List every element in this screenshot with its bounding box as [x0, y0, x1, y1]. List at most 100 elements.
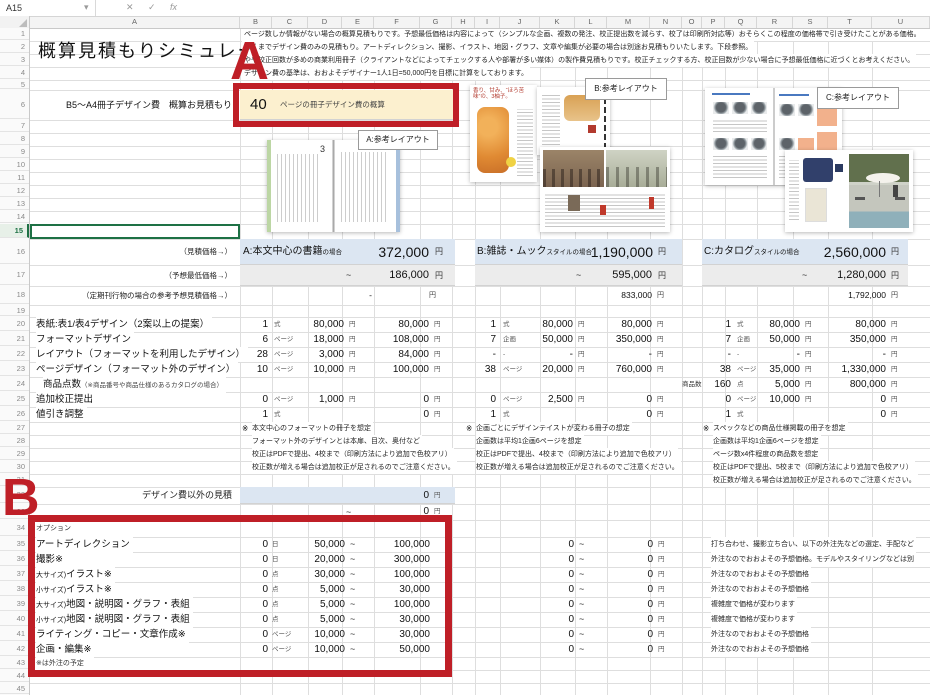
- cell-qty[interactable]: 10: [238, 362, 268, 377]
- cell-price[interactable]: 10,000: [288, 362, 344, 377]
- cell-total[interactable]: 84,000: [360, 347, 429, 362]
- minimum-b-value[interactable]: 595,000: [578, 265, 652, 286]
- periodical-a-value[interactable]: -: [364, 286, 372, 305]
- cell-price[interactable]: 2,500: [517, 392, 573, 407]
- image-a-book-spread[interactable]: 3: [267, 140, 400, 232]
- row-header-10[interactable]: 10: [0, 159, 29, 171]
- row-header-8[interactable]: 8: [0, 133, 29, 145]
- cell-qty[interactable]: -: [694, 347, 731, 362]
- note-line[interactable]: 本文中心のフォーマットの冊子を想定: [252, 422, 373, 435]
- cell-qty[interactable]: 38: [694, 362, 731, 377]
- row-header-21[interactable]: 21: [0, 332, 29, 346]
- cell-total[interactable]: -: [587, 347, 652, 362]
- column-header-K[interactable]: K: [540, 16, 575, 28]
- row-header-1[interactable]: 1: [0, 28, 29, 40]
- cell-price[interactable]: 5,000: [747, 377, 800, 392]
- item-label[interactable]: レイアウト（フォーマットを利用したデザイン）: [36, 347, 248, 362]
- row-header-35[interactable]: 35: [0, 537, 29, 551]
- note-line[interactable]: 校正数が増える場合は追加校正が足されるのでご注意ください。: [713, 474, 918, 487]
- cell-qty[interactable]: 0: [545, 567, 574, 582]
- row-header-13[interactable]: 13: [0, 198, 29, 210]
- cell-total[interactable]: 0: [587, 392, 652, 407]
- row-header-45[interactable]: 45: [0, 683, 29, 694]
- cell-qty[interactable]: 7: [694, 332, 731, 347]
- row-header-14[interactable]: 14: [0, 211, 29, 223]
- option-note[interactable]: 外注なのでおおよその予想価格。モデルやスタイリングなどは別: [711, 552, 916, 567]
- column-header-D[interactable]: D: [308, 16, 342, 28]
- row-header-24[interactable]: 24: [0, 377, 29, 391]
- row-header-37[interactable]: 37: [0, 567, 29, 581]
- intro-line[interactable]: あくまでデザイン費のみの見積もり。アートディレクション、撮影、イラスト、地図・グ…: [242, 41, 754, 54]
- note-line[interactable]: 校正はPDFで提出、5校まで（印刷方法により追加で色校アリ）: [713, 461, 915, 474]
- row-header-27[interactable]: 27: [0, 422, 29, 434]
- cell-qty[interactable]: 0: [545, 582, 574, 597]
- row-header-29[interactable]: 29: [0, 448, 29, 460]
- note-line[interactable]: 校正数が増える場合は追加校正が足されるのでご注意ください。: [252, 461, 457, 474]
- row-header-5[interactable]: 5: [0, 80, 29, 89]
- row-header-7[interactable]: 7: [0, 120, 29, 132]
- row-header-20[interactable]: 20: [0, 317, 29, 331]
- cell-price[interactable]: 80,000: [288, 317, 344, 332]
- row-header-15[interactable]: 15: [0, 224, 29, 238]
- estimate-b-value[interactable]: 1,190,000: [552, 239, 653, 265]
- cell-price[interactable]: 18,000: [288, 332, 344, 347]
- intro-line[interactable]: ページ数しか情報がない場合の概算見積もりです。予想最低価格は内容によって（シンプ…: [242, 28, 923, 41]
- cell-total[interactable]: 0: [817, 407, 886, 422]
- periodical-price-label[interactable]: （定期刊行物の場合の参考予想見積価格→）: [82, 286, 232, 305]
- note-line[interactable]: スペックなどの商品仕様掲載の冊子を想定: [713, 422, 848, 435]
- cell-qty[interactable]: 6: [238, 332, 268, 347]
- minimum-c-value[interactable]: 1,280,000: [804, 265, 886, 286]
- column-header-L[interactable]: L: [575, 16, 607, 28]
- column-header-H[interactable]: H: [452, 16, 475, 28]
- cell-total[interactable]: 80,000: [817, 317, 886, 332]
- row-header-44[interactable]: 44: [0, 670, 29, 682]
- cell-qty[interactable]: 1: [238, 317, 268, 332]
- column-header-G[interactable]: G: [420, 16, 452, 28]
- note-line[interactable]: ページ数x4件程度の商品数を想定: [713, 448, 820, 461]
- cell-total[interactable]: 0: [604, 552, 653, 567]
- note-line[interactable]: 校正はPDFで提出、4校まで（印刷方法により追加で色校アリ）: [476, 448, 678, 461]
- section-a-name[interactable]: A:本文中心の書籍の場合: [243, 239, 342, 266]
- row-header-40[interactable]: 40: [0, 612, 29, 626]
- cell-qty[interactable]: 38: [462, 362, 496, 377]
- cell-qty[interactable]: 0: [545, 612, 574, 627]
- select-all-corner[interactable]: [0, 16, 30, 28]
- cell-price[interactable]: -: [517, 347, 573, 362]
- cell-price[interactable]: -: [747, 347, 800, 362]
- cell-qty[interactable]: 1: [694, 407, 731, 422]
- cell-qty[interactable]: 0: [694, 392, 731, 407]
- cell-price[interactable]: 80,000: [747, 317, 800, 332]
- column-header-E[interactable]: E: [342, 16, 374, 28]
- cell-total[interactable]: 0: [360, 392, 429, 407]
- cell-qty[interactable]: 0: [545, 537, 574, 552]
- cell-price[interactable]: 20,000: [517, 362, 573, 377]
- cell-total[interactable]: 0: [604, 567, 653, 582]
- cell-total[interactable]: 350,000: [587, 332, 652, 347]
- column-header-Q[interactable]: Q: [725, 16, 757, 28]
- note-line[interactable]: 企画ごとにデザインテイストが変わる冊子の想定: [476, 422, 632, 435]
- row-header-4[interactable]: 4: [0, 67, 29, 79]
- column-header-O[interactable]: O: [682, 16, 702, 28]
- column-header-U[interactable]: U: [872, 16, 930, 28]
- row-header-36[interactable]: 36: [0, 552, 29, 566]
- cell-total[interactable]: -: [817, 347, 886, 362]
- cell-qty[interactable]: 0: [238, 392, 268, 407]
- cell-qty[interactable]: 1: [462, 407, 496, 422]
- cell-qty[interactable]: 1: [694, 317, 731, 332]
- row-header-22[interactable]: 22: [0, 347, 29, 361]
- item-label[interactable]: 追加校正提出: [36, 392, 96, 407]
- cell-total[interactable]: 0: [587, 407, 652, 422]
- intro-line[interactable]: やや校正回数が多めの商業利用冊子（クライアントなどによってチェックする人や部署が…: [242, 54, 916, 67]
- cell-qty[interactable]: 7: [462, 332, 496, 347]
- estimate-price-label[interactable]: （見積価格→）: [180, 239, 233, 265]
- intro-line[interactable]: デザイン費の基準は、おおよそデザイナー1人1日=50,000円を目標に計算をして…: [242, 67, 530, 80]
- cell-total[interactable]: 0: [817, 392, 886, 407]
- cell-price[interactable]: 35,000: [747, 362, 800, 377]
- other-estimate-value[interactable]: 0: [360, 487, 429, 504]
- name-box-dropdown-icon[interactable]: ▾: [84, 0, 89, 16]
- column-header-S[interactable]: S: [793, 16, 828, 28]
- item-label[interactable]: 表紙:表1/表4デザイン（2案以上の提案）: [36, 317, 212, 332]
- enter-icon[interactable]: ✓: [148, 0, 156, 16]
- column-header-T[interactable]: T: [828, 16, 872, 28]
- cell-price[interactable]: 80,000: [517, 317, 573, 332]
